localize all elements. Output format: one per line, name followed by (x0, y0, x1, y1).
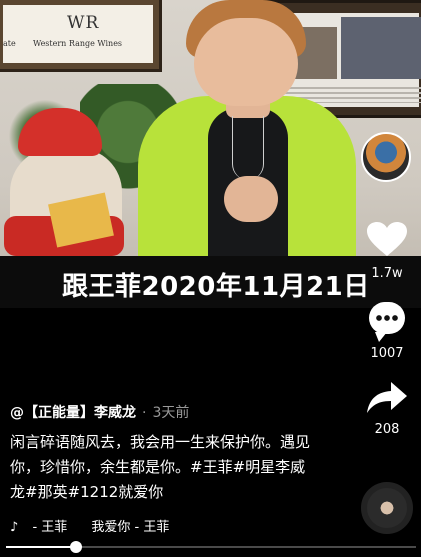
share-count: 208 (374, 422, 400, 437)
comment-bubble-icon (369, 302, 405, 342)
author-avatar[interactable] (361, 132, 411, 182)
post-time: 3天前 (152, 405, 190, 421)
like-count: 1.7w (371, 266, 403, 281)
comment-button[interactable]: 1007 (353, 302, 421, 361)
presenter (138, 0, 358, 266)
meta-separator: · (142, 405, 147, 421)
action-rail: 1.7w 1007 208 (353, 0, 421, 557)
share-arrow-icon (367, 382, 407, 413)
post-meta: @【正能量】李威龙 · 3天前 (10, 402, 189, 422)
music-disc-icon[interactable] (361, 482, 413, 534)
figurine (0, 108, 128, 258)
author-name[interactable]: @【正能量】李威龙 (10, 405, 136, 421)
share-button[interactable]: 208 (353, 382, 421, 437)
sign-brand-name: Western Range Wines (33, 39, 123, 48)
comment-count: 1007 (370, 346, 404, 361)
progress-bar[interactable] (6, 541, 416, 553)
tiktok-note-icon: ♪ (10, 520, 19, 535)
music-line[interactable]: ♪ - 王菲 我爱你 - 王菲 (10, 516, 169, 535)
music-track: 我爱你 - 王菲 (91, 520, 170, 535)
like-button[interactable]: 1.7w (353, 222, 421, 281)
music-artist-prefix: - 王菲 (32, 520, 68, 535)
progress-fill (6, 546, 76, 548)
heart-icon (367, 222, 407, 256)
progress-handle[interactable] (69, 541, 82, 553)
sign-text-fragment: ate (3, 39, 16, 48)
post-caption: 闲言碎语随风去，我会用一生来保护你。遇见你，珍惜你，余生都是你。#王菲#明星李威… (10, 433, 311, 501)
video-subtitle: 跟王菲2020年11月21日 (62, 272, 370, 302)
sign-logo: WR (67, 13, 100, 33)
